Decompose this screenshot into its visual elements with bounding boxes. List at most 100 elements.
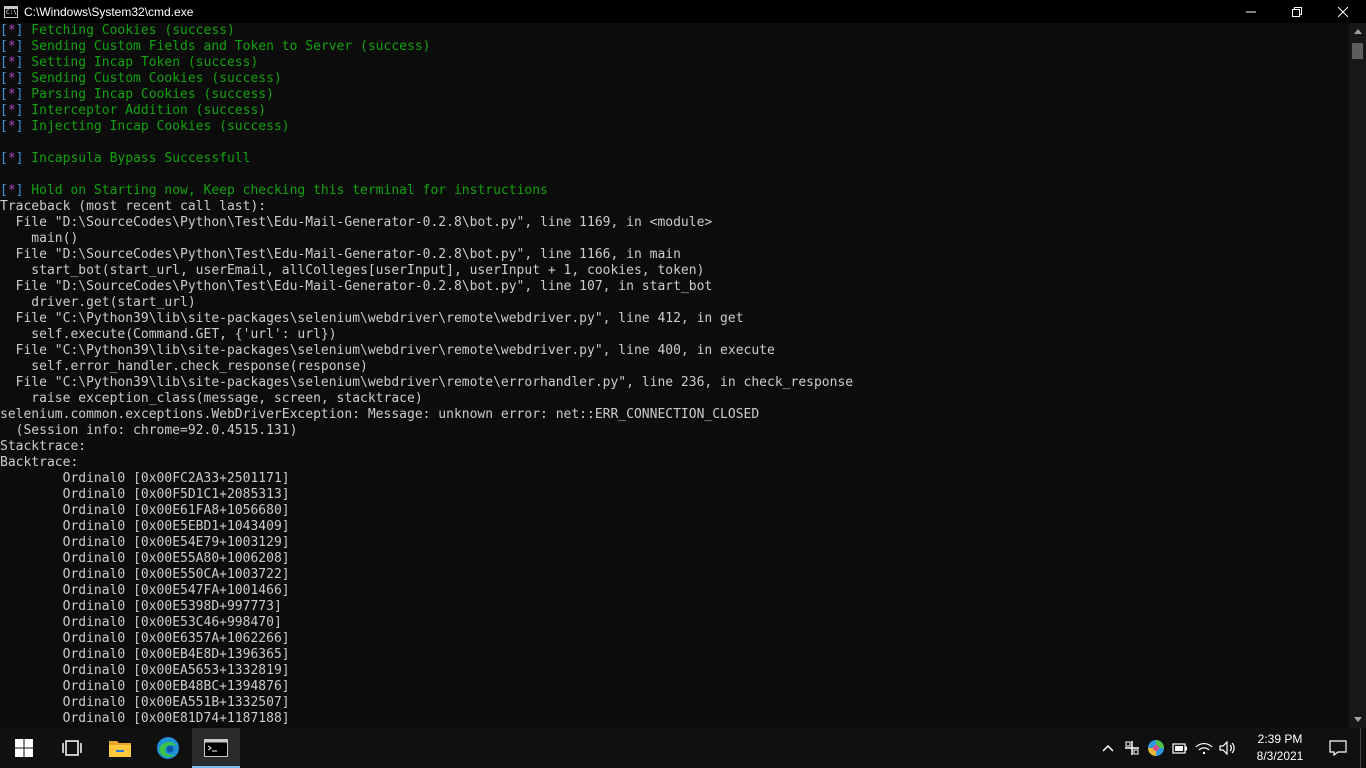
tray-network-adapter[interactable] bbox=[1120, 728, 1144, 768]
console-line: Ordinal0 [0x00E547FA+1001466] bbox=[0, 583, 290, 598]
console-line: Ordinal0 [0x00F5D1C1+2085313] bbox=[0, 487, 290, 502]
tray-colorful-app[interactable] bbox=[1144, 728, 1168, 768]
task-view-icon bbox=[62, 740, 82, 756]
taskbar-clock[interactable]: 2:39 PM 8/3/2021 bbox=[1244, 731, 1316, 765]
scroll-up-button[interactable] bbox=[1349, 23, 1366, 40]
console-line: self.error_handler.check_response(respon… bbox=[0, 359, 368, 374]
console-output[interactable]: [*] Fetching Cookies (success) [*] Sendi… bbox=[0, 23, 1349, 728]
status-line: [*] Interceptor Addition (success) bbox=[0, 103, 1349, 119]
minimize-icon bbox=[1246, 11, 1256, 12]
cmd-icon bbox=[204, 739, 228, 757]
minimize-button[interactable] bbox=[1228, 0, 1274, 23]
cmd-window-icon-text: C:\ bbox=[6, 8, 17, 16]
star-mark: * bbox=[7, 119, 16, 134]
bracket-open: [ bbox=[0, 87, 8, 102]
console-line: File "D:\SourceCodes\Python\Test\Edu-Mai… bbox=[0, 247, 681, 262]
console-line: File "C:\Python39\lib\site-packages\sele… bbox=[0, 375, 854, 390]
status-text: Fetching Cookies (success) bbox=[23, 23, 235, 38]
scroll-down-icon bbox=[1353, 717, 1362, 722]
status-text: Interceptor Addition (success) bbox=[23, 103, 267, 118]
console-line: Traceback (most recent call last): bbox=[0, 199, 267, 214]
status-text: Injecting Incap Cookies (success) bbox=[23, 119, 290, 134]
taskbar: 2:39 PM 8/3/2021 bbox=[0, 728, 1366, 768]
cmd-window-icon[interactable]: C:\ bbox=[4, 5, 18, 18]
console-line: Ordinal0 [0x00EA5653+1332819] bbox=[0, 663, 290, 678]
show-hidden-icons-button[interactable] bbox=[1096, 728, 1120, 768]
console-line: Ordinal0 [0x00EB48BC+1394876] bbox=[0, 679, 290, 694]
status-line: [*] Injecting Incap Cookies (success) bbox=[0, 119, 1349, 135]
star-mark: * bbox=[7, 87, 16, 102]
colorful-app-icon bbox=[1148, 740, 1164, 756]
console-line: File "C:\Python39\lib\site-packages\sele… bbox=[0, 311, 744, 326]
star-mark: * bbox=[7, 103, 16, 118]
tray-battery[interactable] bbox=[1168, 728, 1192, 768]
vertical-scrollbar[interactable] bbox=[1349, 23, 1366, 728]
scrollbar-thumb[interactable] bbox=[1352, 43, 1363, 59]
bracket-open: [ bbox=[0, 151, 8, 166]
console-line: Ordinal0 [0x00E81D74+1187188] bbox=[0, 711, 290, 726]
bracket-open: [ bbox=[0, 23, 8, 38]
bracket-open: [ bbox=[0, 55, 8, 70]
star-mark: * bbox=[7, 151, 16, 166]
start-button[interactable] bbox=[0, 728, 48, 768]
hold-line: [*] Hold on Starting now, Keep checking … bbox=[0, 183, 1349, 199]
file-explorer-icon bbox=[109, 741, 131, 757]
console-line: Ordinal0 [0x00E5EBD1+1043409] bbox=[0, 519, 290, 534]
console-line: driver.get(start_url) bbox=[0, 295, 196, 310]
tray-volume[interactable] bbox=[1216, 728, 1240, 768]
console-line: Ordinal0 [0x00E55A80+1006208] bbox=[0, 551, 290, 566]
title-bar[interactable]: C:\ C:\Windows\System32\cmd.exe bbox=[0, 0, 1366, 23]
status-line: [*] Sending Custom Fields and Token to S… bbox=[0, 39, 1349, 55]
status-line: [*] Fetching Cookies (success) bbox=[0, 23, 1349, 39]
star-mark: * bbox=[7, 183, 16, 198]
show-desktop-button[interactable] bbox=[1360, 728, 1366, 768]
console-line: self.execute(Command.GET, {'url': url}) bbox=[0, 327, 337, 342]
console-line: (Session info: chrome=92.0.4515.131) bbox=[0, 423, 298, 438]
clock-time: 2:39 PM bbox=[1257, 732, 1303, 746]
task-view-button[interactable] bbox=[48, 728, 96, 768]
console-line: Ordinal0 [0x00E550CA+1003722] bbox=[0, 567, 290, 582]
console-line: Ordinal0 [0x00EA551B+1332507] bbox=[0, 695, 290, 710]
window-controls bbox=[1228, 0, 1366, 23]
status-text: Sending Custom Fields and Token to Serve… bbox=[23, 39, 431, 54]
cmd-taskbar-button[interactable] bbox=[192, 728, 240, 768]
bracket-open: [ bbox=[0, 39, 8, 54]
console-line: selenium.common.exceptions.WebDriverExce… bbox=[0, 407, 760, 422]
console-line: raise exception_class(message, screen, s… bbox=[0, 391, 423, 406]
console-line: Stacktrace: bbox=[0, 439, 87, 454]
restore-icon bbox=[1292, 6, 1302, 17]
console-line: Ordinal0 [0x00EB4E8D+1396365] bbox=[0, 647, 290, 662]
edge-icon bbox=[157, 737, 179, 759]
status-lines: [*] Fetching Cookies (success) [*] Sendi… bbox=[0, 23, 1349, 135]
window-title: C:\Windows\System32\cmd.exe bbox=[24, 4, 194, 19]
status-line: [*] Setting Incap Token (success) bbox=[0, 55, 1349, 71]
console-line: Ordinal0 [0x00FC2A33+2501171] bbox=[0, 471, 290, 486]
console-line: start_bot(start_url, userEmail, allColle… bbox=[0, 263, 705, 278]
action-center-button[interactable] bbox=[1316, 728, 1360, 768]
start-icon bbox=[15, 739, 33, 757]
system-tray: 2:39 PM 8/3/2021 bbox=[1096, 728, 1366, 768]
scroll-down-button[interactable] bbox=[1349, 711, 1366, 728]
star-mark: * bbox=[7, 39, 16, 54]
console-line: Ordinal0 [0x00E61FA8+1056680] bbox=[0, 503, 290, 518]
wifi-icon bbox=[1195, 743, 1213, 755]
close-button[interactable] bbox=[1320, 0, 1366, 23]
bracket-open: [ bbox=[0, 103, 8, 118]
edge-button[interactable] bbox=[144, 728, 192, 768]
bracket-open: [ bbox=[0, 119, 8, 134]
console-line: File "D:\SourceCodes\Python\Test\Edu-Mai… bbox=[0, 279, 713, 294]
star-mark: * bbox=[7, 71, 16, 86]
status-text: Setting Incap Token (success) bbox=[23, 55, 259, 70]
console-line: Ordinal0 [0x00E54E79+1003129] bbox=[0, 535, 290, 550]
clock-date: 8/3/2021 bbox=[1256, 749, 1304, 763]
scroll-up-icon bbox=[1353, 29, 1362, 34]
console-line: Ordinal0 [0x00E53C46+998470] bbox=[0, 615, 282, 630]
file-explorer-button[interactable] bbox=[96, 728, 144, 768]
tray-wifi[interactable] bbox=[1192, 728, 1216, 768]
status-text: Incapsula Bypass Successfull bbox=[23, 151, 251, 166]
bypass-line: [*] Incapsula Bypass Successfull bbox=[0, 151, 1349, 167]
battery-icon bbox=[1172, 743, 1187, 754]
restore-button[interactable] bbox=[1274, 0, 1320, 23]
chevron-up-icon bbox=[1102, 744, 1114, 752]
